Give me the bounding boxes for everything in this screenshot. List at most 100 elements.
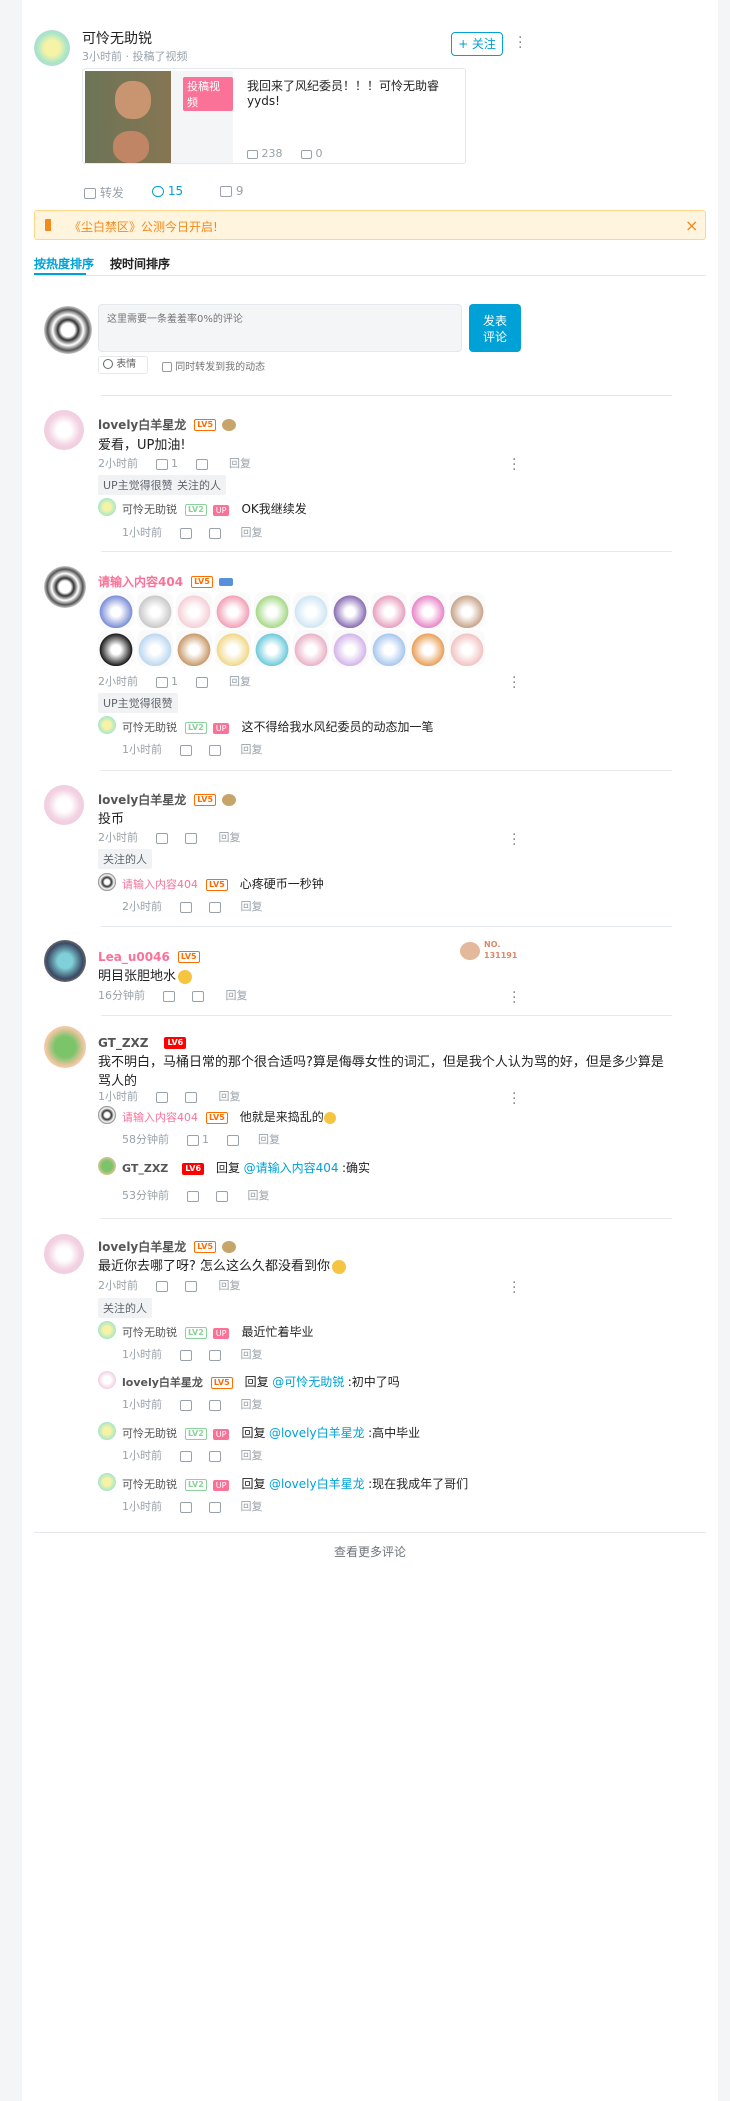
avatar[interactable] — [44, 410, 84, 450]
thumb-up-icon[interactable] — [179, 1349, 192, 1361]
comment-username[interactable]: GT_ZXZ — [98, 1036, 148, 1050]
reply-button[interactable]: 回复 — [241, 900, 263, 913]
reply-username[interactable]: lovely白羊星龙 — [122, 1376, 203, 1389]
reply-button[interactable]: 回复 — [226, 989, 248, 1002]
reply-username[interactable]: 可怜无助锐 — [122, 503, 177, 516]
thumb-down-icon[interactable] — [185, 832, 197, 844]
thumb-down-icon[interactable] — [209, 1349, 221, 1361]
submit-comment-button[interactable]: 发表 评论 — [469, 304, 521, 352]
more-icon[interactable]: · · · — [512, 1087, 516, 1111]
like-button[interactable]: 1 — [186, 1133, 209, 1146]
reply-username[interactable]: 可怜无助锐 — [122, 721, 177, 734]
reply-button[interactable]: 回复 — [241, 526, 263, 539]
comment-textarea[interactable]: 这里需要一条羞羞率0%的评论 — [98, 304, 462, 352]
reply-avatar[interactable] — [98, 1422, 116, 1440]
thumb-down-icon[interactable] — [192, 990, 204, 1002]
like-button[interactable]: 1 — [155, 457, 178, 470]
reply-button[interactable]: 回复 — [248, 1189, 270, 1202]
reply-username[interactable]: 可怜无助锐 — [122, 1326, 177, 1339]
notice-bar[interactable]: 《尘白禁区》公测今日开启! × — [34, 210, 706, 240]
thumb-down-icon[interactable] — [209, 1450, 221, 1462]
reply-username[interactable]: GT_ZXZ — [122, 1162, 168, 1175]
thumb-up-icon[interactable] — [155, 832, 168, 844]
author-avatar[interactable] — [34, 30, 70, 66]
author-name[interactable]: 可怜无助锐 — [82, 28, 152, 48]
dislike-button[interactable] — [195, 457, 208, 470]
thumb-down-icon[interactable] — [209, 744, 221, 756]
dislike-button[interactable] — [195, 675, 208, 688]
reply-avatar[interactable] — [98, 716, 116, 734]
reply-button[interactable]: 回复 — [241, 1500, 263, 1513]
more-icon[interactable]: · · · — [512, 453, 516, 477]
comment-username[interactable]: lovely白羊星龙 — [98, 1240, 186, 1254]
comment-action[interactable]: 15 — [152, 184, 183, 198]
thumb-down-icon[interactable] — [216, 1190, 228, 1202]
thumb-down-icon[interactable] — [226, 1134, 239, 1146]
avatar[interactable] — [44, 785, 84, 825]
reply-avatar[interactable] — [98, 1106, 116, 1124]
reply-button[interactable]: 回复 — [258, 1133, 280, 1146]
mention-link[interactable]: @lovely白羊星龙 — [269, 1477, 365, 1491]
video-card[interactable]: 投稿视频 我回来了风纪委员！！！可怜无助睿yyds! 238 0 — [82, 68, 466, 164]
comment-username[interactable]: Lea_u0046 — [98, 950, 170, 964]
share-action[interactable]: 转发 — [84, 184, 124, 201]
comment-username[interactable]: lovely白羊星龙 — [98, 418, 186, 432]
more-icon[interactable]: · · · — [518, 31, 522, 55]
close-icon[interactable]: × — [685, 216, 698, 235]
thumb-down-icon[interactable] — [209, 1501, 221, 1513]
reply-button[interactable]: 回复 — [219, 1090, 241, 1103]
reply-username[interactable]: 可怜无助锐 — [122, 1478, 177, 1491]
avatar[interactable] — [44, 1026, 86, 1068]
reply-button[interactable]: 回复 — [229, 457, 251, 470]
thumb-down-icon[interactable] — [209, 901, 221, 913]
avatar[interactable] — [44, 940, 86, 982]
reply-avatar[interactable] — [98, 498, 116, 516]
thumb-up-icon[interactable] — [155, 1280, 168, 1292]
reply-username[interactable]: 请输入内容404 — [122, 1111, 198, 1124]
forward-checkbox[interactable]: 同时转发到我的动态 — [162, 358, 265, 373]
reply-avatar[interactable] — [98, 1473, 116, 1491]
reply-button[interactable]: 回复 — [241, 1398, 263, 1411]
more-icon[interactable]: · · · — [512, 986, 516, 1010]
thumb-up-icon[interactable] — [186, 1190, 199, 1202]
thumb-up-icon[interactable] — [179, 1501, 192, 1513]
thumb-up-icon[interactable] — [155, 1091, 168, 1103]
thumb-down-icon[interactable] — [185, 1280, 197, 1292]
reply-button[interactable]: 回复 — [219, 831, 241, 844]
thumb-down-icon[interactable] — [185, 1091, 197, 1103]
avatar[interactable] — [44, 1234, 84, 1274]
thumb-up-icon[interactable] — [162, 990, 175, 1002]
reply-button[interactable]: 回复 — [241, 1449, 263, 1462]
reply-avatar[interactable] — [98, 1371, 116, 1389]
more-icon[interactable]: · · · — [512, 671, 516, 695]
load-more-link[interactable]: 查看更多评论 — [22, 1543, 718, 1560]
tab-time[interactable]: 按时间排序 — [110, 255, 170, 272]
reply-button[interactable]: 回复 — [229, 675, 251, 688]
thumb-up-icon[interactable] — [179, 1450, 192, 1462]
reply-username[interactable]: 请输入内容404 — [122, 878, 198, 891]
more-icon[interactable]: · · · — [512, 828, 516, 852]
avatar[interactable] — [44, 566, 86, 608]
mention-link[interactable]: @可怜无助锐 — [272, 1375, 344, 1389]
more-icon[interactable]: · · · — [512, 1276, 516, 1300]
tab-hot[interactable]: 按热度排序 — [34, 255, 94, 272]
comment-username[interactable]: 请输入内容404 — [98, 575, 183, 589]
emoji-button[interactable]: 表情 — [98, 356, 148, 374]
reply-username[interactable]: 可怜无助锐 — [122, 1427, 177, 1440]
comment-username[interactable]: lovely白羊星龙 — [98, 793, 186, 807]
reply-avatar[interactable] — [98, 1321, 116, 1339]
reply-avatar[interactable] — [98, 1157, 116, 1175]
like-button[interactable]: 1 — [155, 675, 178, 688]
thumb-up-icon[interactable] — [179, 744, 192, 756]
thumb-down-icon[interactable] — [209, 527, 221, 539]
thumb-down-icon[interactable] — [209, 1399, 221, 1411]
reply-avatar[interactable] — [98, 873, 116, 891]
like-action[interactable]: 9 — [220, 184, 243, 198]
reply-button[interactable]: 回复 — [219, 1279, 241, 1292]
follow-button[interactable]: + 关注 — [451, 32, 503, 56]
reply-button[interactable]: 回复 — [241, 743, 263, 756]
thumb-up-icon[interactable] — [179, 901, 192, 913]
thumb-up-icon[interactable] — [179, 1399, 192, 1411]
thumb-up-icon[interactable] — [179, 527, 192, 539]
mention-link[interactable]: @请输入内容404 — [244, 1161, 339, 1175]
